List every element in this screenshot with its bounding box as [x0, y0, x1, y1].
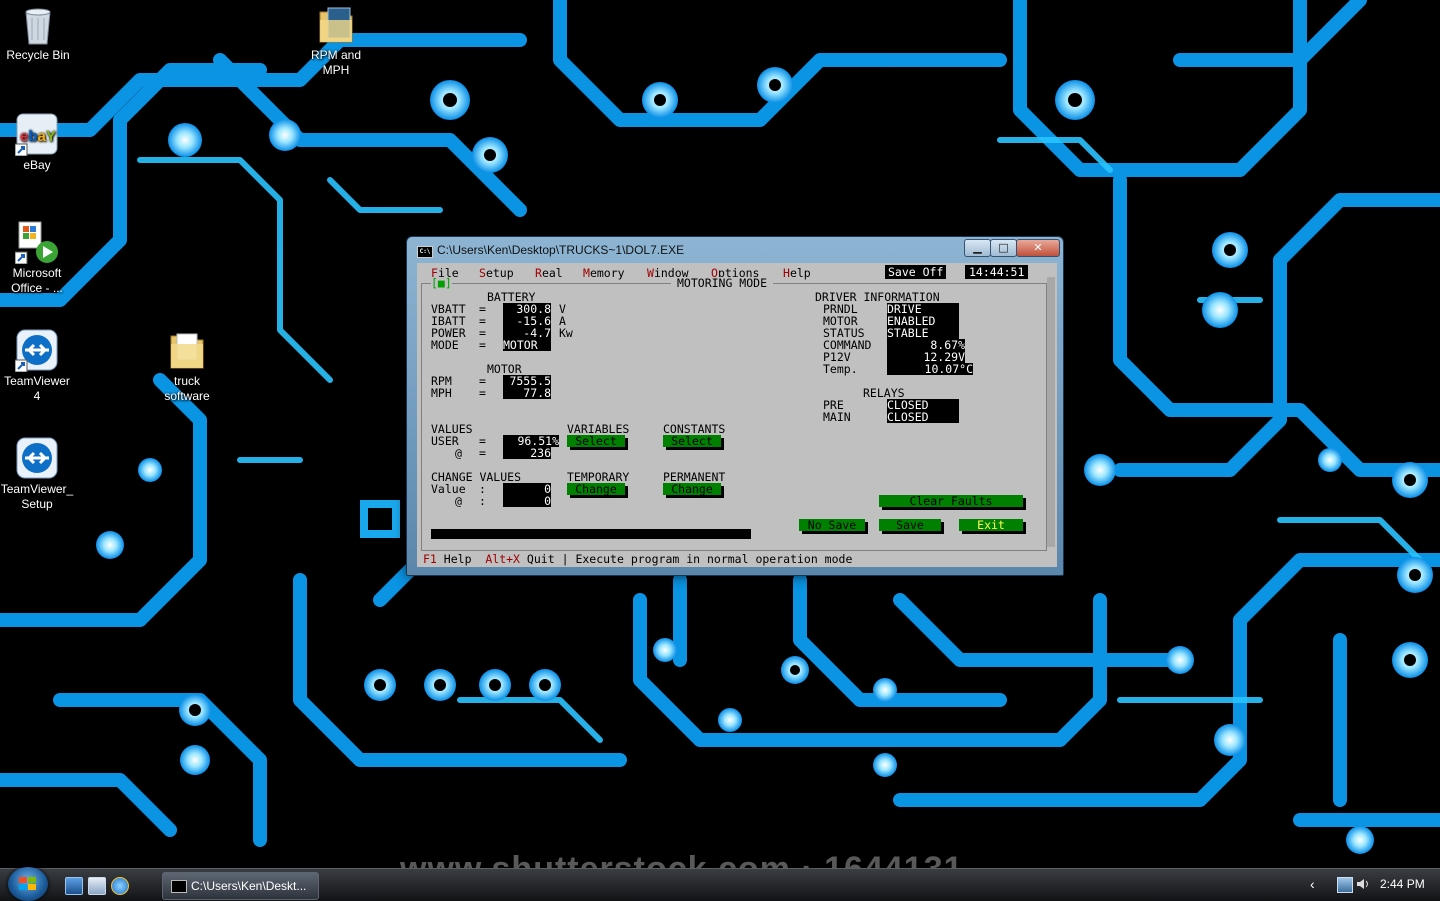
internet-explorer-icon[interactable]: [111, 877, 129, 895]
power-unit: Kw: [559, 326, 573, 340]
svg-text:ebaY: ebaY: [20, 128, 56, 145]
desktop-icon-label: Microsoft Office - ...: [11, 266, 63, 295]
minimize-button[interactable]: ▁: [964, 239, 991, 257]
mode-label: MODE: [431, 338, 459, 352]
menu-hotkey: S: [479, 266, 486, 280]
equals-sign: =: [479, 446, 486, 460]
main-relay-label: MAIN: [823, 410, 851, 424]
volume-icon[interactable]: [1356, 877, 1370, 891]
folder-icon: [165, 328, 209, 372]
window-indicator: [■]: [431, 276, 452, 290]
window-title: C:\Users\Ken\Desktop\TRUCKS~1\DOL7.EXE: [437, 243, 685, 257]
close-button[interactable]: ✕: [1016, 239, 1060, 257]
desktop-icon-microsoft-office[interactable]: Microsoft Office - ...: [0, 220, 77, 296]
mph-label: MPH: [431, 386, 452, 400]
desktop-icon-rpm-and-mph[interactable]: RPM and MPH: [296, 2, 376, 78]
exit-button[interactable]: Exit: [959, 519, 1023, 531]
console-app-icon: [171, 880, 187, 893]
window-titlebar[interactable]: C:\ C:\Users\Ken\Desktop\TRUCKS~1\DOL7.E…: [407, 237, 1063, 263]
change-at-input[interactable]: 0: [503, 495, 551, 507]
taskbar-button-label: C:\Users\Ken\Deskt...: [191, 879, 307, 893]
windows-logo-icon: [19, 877, 36, 890]
console-app-icon: C:\: [417, 246, 433, 258]
f1-text: Help: [443, 552, 472, 566]
clear-faults-button[interactable]: Clear Faults: [879, 495, 1023, 507]
folder-icon: [314, 2, 358, 46]
menu-real[interactable]: Real: [535, 267, 563, 279]
taskbar-button-console[interactable]: C:\Users\Ken\Deskt...: [162, 872, 319, 900]
altx-key[interactable]: Alt+X: [485, 552, 520, 566]
temp-label: Temp.: [823, 362, 858, 376]
maximize-button[interactable]: □: [990, 239, 1017, 257]
at-value: 236: [503, 447, 551, 459]
menu-hotkey: H: [783, 266, 790, 280]
show-desktop-icon[interactable]: [65, 877, 83, 895]
no-save-button[interactable]: No Save: [799, 519, 865, 531]
menu-hotkey: M: [583, 266, 590, 280]
desktop-icon-teamviewer-setup[interactable]: TeamViewer_ Setup: [0, 436, 77, 512]
temporary-change-button[interactable]: Change: [567, 483, 625, 495]
start-button[interactable]: [8, 867, 48, 901]
switch-windows-icon[interactable]: [88, 877, 106, 895]
change-at-label: @: [455, 494, 462, 508]
desktop-icon-recycle-bin[interactable]: Recycle Bin: [0, 2, 78, 63]
temp-value: 10.07°C: [887, 363, 973, 375]
status-bar: F1 Help Alt+X Quit | Execute program in …: [417, 551, 1057, 567]
network-icon[interactable]: [1337, 877, 1353, 893]
teamviewer-icon: [14, 328, 59, 373]
command-input-line[interactable]: [431, 529, 751, 539]
constants-select-button[interactable]: Select: [663, 435, 721, 447]
menu-setup[interactable]: Setup: [479, 267, 514, 279]
desktop-icon-truck-software[interactable]: truck software: [147, 328, 227, 404]
desktop-icon-label: TeamViewer_ Setup: [0, 482, 74, 511]
desktop-icon-teamviewer-4[interactable]: TeamViewer 4: [0, 328, 77, 404]
variables-select-button[interactable]: Select: [567, 435, 625, 447]
ebay-shortcut-icon: ebaY: [14, 112, 59, 157]
status-message: Execute program in normal operation mode: [575, 552, 853, 566]
colon: :: [479, 494, 486, 508]
teamviewer-icon: [15, 436, 59, 480]
menu-memory[interactable]: Memory: [583, 267, 625, 279]
clock-readout: 14:44:51: [965, 265, 1029, 279]
equals-sign: =: [479, 386, 486, 400]
at-label: @: [455, 446, 462, 460]
show-hidden-icons-chevron[interactable]: ‹: [1310, 876, 1315, 892]
save-status[interactable]: Save Off: [885, 265, 947, 279]
menu-label: eal: [541, 266, 563, 280]
f1-key[interactable]: F1: [423, 552, 437, 566]
status-line: F1 Help Alt+X Quit | Execute program in …: [423, 553, 852, 565]
mph-value: 77.8: [503, 387, 551, 399]
console-window[interactable]: C:\ C:\Users\Ken\Desktop\TRUCKS~1\DOL7.E…: [406, 236, 1064, 576]
mode-value: MOTOR: [503, 339, 551, 351]
menu-label: etup: [485, 266, 514, 280]
desktop-icon-ebay[interactable]: ebaY eBay: [0, 112, 77, 173]
main-relay-value: CLOSED: [887, 411, 959, 423]
mode-title: MOTORING MODE: [671, 277, 774, 289]
desktop-icon-label: Recycle Bin: [6, 48, 70, 62]
menu-hotkey: R: [535, 266, 542, 280]
equals-sign: =: [479, 338, 486, 352]
status-separator: |: [561, 552, 569, 566]
desktop-icon-label: TeamViewer 4: [4, 374, 70, 403]
menu-label: elp: [789, 266, 811, 280]
console-scrollbar[interactable]: [1047, 277, 1055, 547]
console-screen[interactable]: File Setup Real Memory Window Options He…: [417, 263, 1057, 567]
altx-text: Quit: [526, 552, 555, 566]
desktop-icon-label: eBay: [23, 158, 51, 172]
desktop-icon-label: truck software: [164, 374, 210, 403]
taskbar: C:\Users\Ken\Deskt... ‹ 2:44 PM: [0, 867, 1440, 901]
office-shortcut-icon: [14, 220, 59, 265]
desktop-icon-label: RPM and MPH: [310, 48, 362, 77]
menu-hotkey: W: [647, 266, 654, 280]
menu-label: emory: [589, 266, 625, 280]
save-button[interactable]: Save: [879, 519, 941, 531]
recycle-bin-icon: [16, 2, 60, 46]
status-value: STABLE: [887, 326, 929, 340]
permanent-change-button[interactable]: Change: [663, 483, 721, 495]
menu-help[interactable]: Help: [783, 267, 811, 279]
taskbar-clock[interactable]: 2:44 PM: [1380, 877, 1425, 891]
